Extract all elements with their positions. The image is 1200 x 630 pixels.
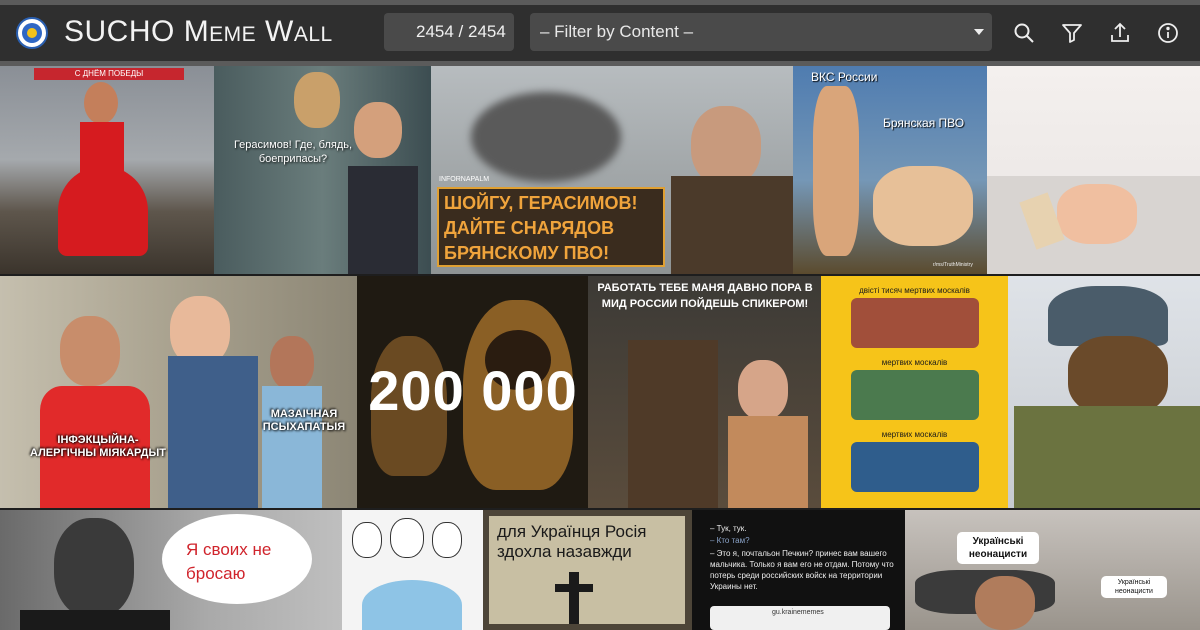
meme-line-3: – Это я, почтальон Печкин? принес вам ва… xyxy=(710,549,894,591)
title-rest: Meme Wall xyxy=(183,15,333,48)
blue-top-shape xyxy=(262,386,322,508)
meme-tile-toe-tag[interactable] xyxy=(987,66,1200,274)
face-shape xyxy=(294,72,340,128)
face-shape xyxy=(84,82,118,124)
meme-grid: С ДНЁМ ПОБЕДЫ Герасимов! Где, блядь, бое… xyxy=(0,66,1200,630)
band-group-shape xyxy=(851,298,979,348)
meme-banner: С ДНЁМ ПОБЕДЫ xyxy=(34,68,184,80)
meme-tile-vks-pvo[interactable]: ВКС России Брянская ПВО r/ms/TruthMinist… xyxy=(793,66,987,274)
meme-tile-pechkin-text[interactable]: – Тук, тук. – Кто там? – Это я, почтальо… xyxy=(692,510,905,630)
meme-caption: для Українця Росія здохла назавжди xyxy=(497,522,647,561)
meme-caption: ШОЙГУ, ГЕРАСИМОВ! ДАЙТЕ СНАРЯДОВ БРЯНСКО… xyxy=(437,187,665,267)
plaid-shirt-shape xyxy=(168,356,258,508)
feet-shape xyxy=(1057,184,1137,244)
meme-tile-distracted-boyfriend[interactable]: ІНФЭКЦЫЙНА-АЛЕРГІЧНЫ МІЯКАРДЫТ МАЗАІЧНАЯ… xyxy=(0,276,357,508)
umbrella-shape xyxy=(362,580,462,630)
upload-icon[interactable] xyxy=(1108,21,1132,45)
meme-number: 200 000 xyxy=(368,359,578,422)
meme-source: gu.krainememes xyxy=(772,609,824,616)
meme-line-1: двісті тисяч мертвих москалів xyxy=(859,286,970,295)
meme-caption: Герасимов! Где, блядь, боеприпасы? xyxy=(233,139,353,165)
meme-tile-victory-day[interactable]: С ДНЁМ ПОБЕДЫ xyxy=(0,66,214,274)
suit-shape xyxy=(20,610,170,630)
figure-shape xyxy=(873,166,973,246)
meme-tile-matryoshka[interactable]: 200 000 xyxy=(357,276,588,508)
meme-label-1: Українські неонацисти xyxy=(957,532,1039,564)
meme-tag: INFORNAPALM xyxy=(439,176,490,183)
dress-shape xyxy=(728,416,808,508)
meme-caption: РАБОТАТЬ ТЕБЕ МАНЯ ДАВНО ПОРА В МИД РОСС… xyxy=(597,282,813,310)
chevron-down-icon xyxy=(974,29,984,35)
meme-line-2: – Кто там? xyxy=(710,536,750,545)
meme-label-top: ВКС России xyxy=(811,70,878,84)
meme-label-left: ІНФЭКЦЫЙНА-АЛЕРГІЧНЫ МІЯКАРДЫТ xyxy=(29,434,166,459)
face-shape xyxy=(975,576,1035,630)
meme-label-right: МАЗАІЧНАЯ ПСЫХАПАТЫЯ xyxy=(262,408,346,433)
wojak-face-shape xyxy=(352,522,382,558)
filter-icon[interactable] xyxy=(1060,21,1084,45)
meme-label-2: Українські неонацисти xyxy=(1101,576,1167,598)
meme-tile-russia-died[interactable]: для Українця Росія здохла назавжди xyxy=(483,510,692,630)
meme-tile-neonazi-boots[interactable]: Українські неонацисти Українські неонаци… xyxy=(905,510,1200,630)
meme-line-3: мертвих москалів xyxy=(881,430,948,439)
girl-face-shape xyxy=(270,336,314,390)
meme-tile-shoigu-gerasimov[interactable]: INFORNAPALM ШОЙГУ, ГЕРАСИМОВ! ДАЙТЕ СНАР… xyxy=(431,66,793,274)
figure-shape xyxy=(813,86,859,256)
band-group-shape xyxy=(851,442,979,492)
dog-head-shape xyxy=(1068,336,1168,416)
info-icon[interactable] xyxy=(1156,21,1180,45)
boy-jacket-shape xyxy=(348,166,418,274)
band-group-shape xyxy=(851,370,979,420)
meme-line-1: – Тук, тук. xyxy=(710,524,747,533)
meme-tile-wojak-umbrella[interactable] xyxy=(342,510,483,630)
cross-shape xyxy=(569,572,579,624)
meme-tile-gerasimov[interactable]: Герасимов! Где, блядь, боеприпасы? xyxy=(214,66,431,274)
face-shape xyxy=(691,106,761,186)
woman-face-shape xyxy=(738,360,788,420)
man-coat-shape xyxy=(628,340,718,508)
content-filter-select[interactable]: – Filter by Content – xyxy=(530,13,992,51)
smoke-cloud-shape xyxy=(471,92,621,182)
meme-tile-kobzon[interactable]: Я своих не бросаю xyxy=(0,510,342,630)
wojak-face-shape xyxy=(432,522,462,558)
meme-credit: r/ms/TruthMinistry xyxy=(933,262,973,268)
meme-line-2: мертвих москалів xyxy=(881,358,948,367)
dress-top-shape xyxy=(80,122,124,182)
filter-select-value: – Filter by Content – xyxy=(540,22,694,41)
app-title: SUCHO Meme Wall xyxy=(64,15,333,49)
image-counter: 2454 / 2454 xyxy=(384,13,514,51)
face-shape xyxy=(60,316,120,386)
camo-uniform-shape xyxy=(1014,406,1200,508)
cross-bar-shape xyxy=(555,584,593,592)
search-icon[interactable] xyxy=(1012,21,1036,45)
coat-shape xyxy=(671,176,793,274)
meme-label-mid: Брянская ПВО xyxy=(883,116,965,130)
title-main: SUCHO xyxy=(64,15,175,48)
wojak-face-shape xyxy=(390,518,424,558)
meme-bubble-text: Я своих не бросаю xyxy=(186,540,272,583)
sucho-logo-icon[interactable] xyxy=(16,17,48,49)
face-shape xyxy=(54,518,134,618)
meme-tile-beatles-parody[interactable]: двісті тисяч мертвих москалів мертвих мо… xyxy=(821,276,1008,508)
app-header: SUCHO Meme Wall 2454 / 2454 – Filter by … xyxy=(0,5,1200,61)
meme-tile-mid-speaker[interactable]: РАБОТАТЬ ТЕБЕ МАНЯ ДАВНО ПОРА В МИД РОСС… xyxy=(588,276,821,508)
meme-tile-dog-soldier[interactable] xyxy=(1008,276,1200,508)
